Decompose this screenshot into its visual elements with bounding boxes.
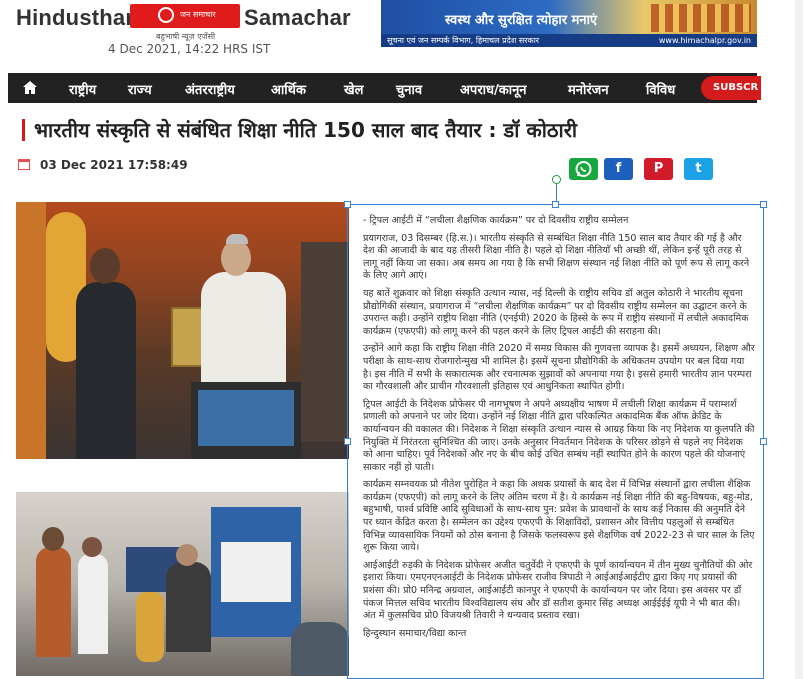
main-nav: राष्ट्रीय राज्य अंतरराष्ट्रीय आर्थिक खेल… (8, 73, 761, 103)
whatsapp-icon (575, 161, 592, 177)
ad-artwork (651, 4, 751, 32)
resize-handle-right[interactable] (760, 438, 767, 445)
article-photo-conference[interactable] (16, 492, 349, 676)
brand-tagline: बहुभाषी न्यूज़ एजेंसी (156, 32, 216, 41)
article-body: - ट्रिपल आईटी में “लचीला शैक्षणिक कार्यक… (363, 215, 755, 645)
share-whatsapp-button[interactable] (569, 158, 598, 180)
article-signature: हिन्दुस्थान समाचार/विद्या कान्त (363, 627, 467, 639)
article-paragraph: उन्होंने आगे कहा कि राष्ट्रीय शिक्षा नीत… (363, 343, 755, 393)
resize-handle-top[interactable] (552, 201, 559, 208)
nav-item-international[interactable]: अंतरराष्ट्रीय (185, 80, 235, 98)
article-paragraph: कार्यक्रम सम्नवयक प्रो नीतेश पुरोहित ने … (363, 479, 755, 554)
share-twitter-button[interactable]: t (684, 158, 713, 180)
nav-item-misc[interactable]: विविध (646, 80, 675, 98)
nav-item-state[interactable]: राज्य (128, 80, 152, 98)
nav-item-elections[interactable]: चुनाव (396, 80, 422, 98)
ad-banner[interactable]: स्वस्थ और सुरक्षित त्योहार मनाएं सूचना ए… (381, 0, 757, 47)
calendar-icon (18, 159, 30, 170)
rotate-handle[interactable] (552, 175, 561, 184)
article-photo-award[interactable] (16, 202, 349, 459)
ad-footer-dept: सूचना एवं जन सम्पर्क विभाग, हिमाचल प्रदे… (387, 36, 540, 45)
home-icon[interactable] (22, 80, 38, 95)
nav-item-national[interactable]: राष्ट्रीय (69, 80, 96, 98)
current-datetime: 4 Dec 2021, 14:22 HRS IST (108, 42, 271, 56)
article-paragraph: यह बातें शुक्रवार को शिक्षा संस्कृति उत्… (363, 287, 749, 337)
publish-date: 03 Dec 2021 17:58:49 (18, 158, 188, 172)
resize-handle-top-right[interactable] (760, 201, 767, 208)
brand-name-right: Samachar (244, 5, 351, 30)
brand-name-left: Hindusthan (16, 5, 139, 30)
page: Hindusthan जन समाचार Samachar बहुभाषी न्… (0, 0, 803, 679)
publish-date-text: 03 Dec 2021 17:58:49 (40, 158, 188, 172)
nav-item-entertainment[interactable]: मनोरंजन (568, 80, 609, 98)
article-paragraph: आईआईटी रुड़की के निदेशक प्रोफेसर अजीत चत… (363, 559, 753, 622)
resize-handle-left[interactable] (344, 438, 351, 445)
article-title: भारतीय संस्कृति से संबंधित शिक्षा नीति 1… (34, 118, 578, 142)
scrollbar[interactable] (795, 0, 803, 679)
resize-handle-top-left[interactable] (344, 201, 351, 208)
brand-logo-text: जन समाचार (180, 10, 216, 19)
logo-circle-icon (158, 7, 174, 23)
nav-item-crime-law[interactable]: अपराध/कानून (460, 80, 527, 98)
article-paragraph: ट्रिपल आईटी के निदेशक प्रोफेसर पी नागभूष… (363, 398, 755, 473)
ad-footer: सूचना एवं जन सम्पर्क विभाग, हिमाचल प्रदे… (381, 34, 757, 47)
pinterest-icon: P (653, 161, 664, 176)
article-paragraph: प्रयागराज, 03 दिसम्बर (हि.स.)। भारतीय सं… (363, 232, 750, 282)
facebook-icon: f (615, 161, 622, 176)
article-paragraph: - ट्रिपल आईटी में “लचीला शैक्षणिक कार्यक… (363, 215, 629, 226)
nav-item-sports[interactable]: खेल (344, 80, 363, 98)
twitter-icon: t (695, 161, 702, 176)
share-pinterest-button[interactable]: P (644, 158, 673, 180)
title-accent-bar (22, 119, 25, 141)
ad-footer-site: www.himachalpr.gov.in (658, 36, 751, 45)
share-facebook-button[interactable]: f (604, 158, 633, 180)
nav-item-economy[interactable]: आर्थिक (271, 80, 306, 98)
ad-headline: स्वस्थ और सुरक्षित त्योहार मनाएं (445, 13, 598, 28)
brand-logo-mark: जन समाचार (130, 4, 240, 28)
subscribe-button[interactable]: SUBSCR (701, 76, 761, 100)
